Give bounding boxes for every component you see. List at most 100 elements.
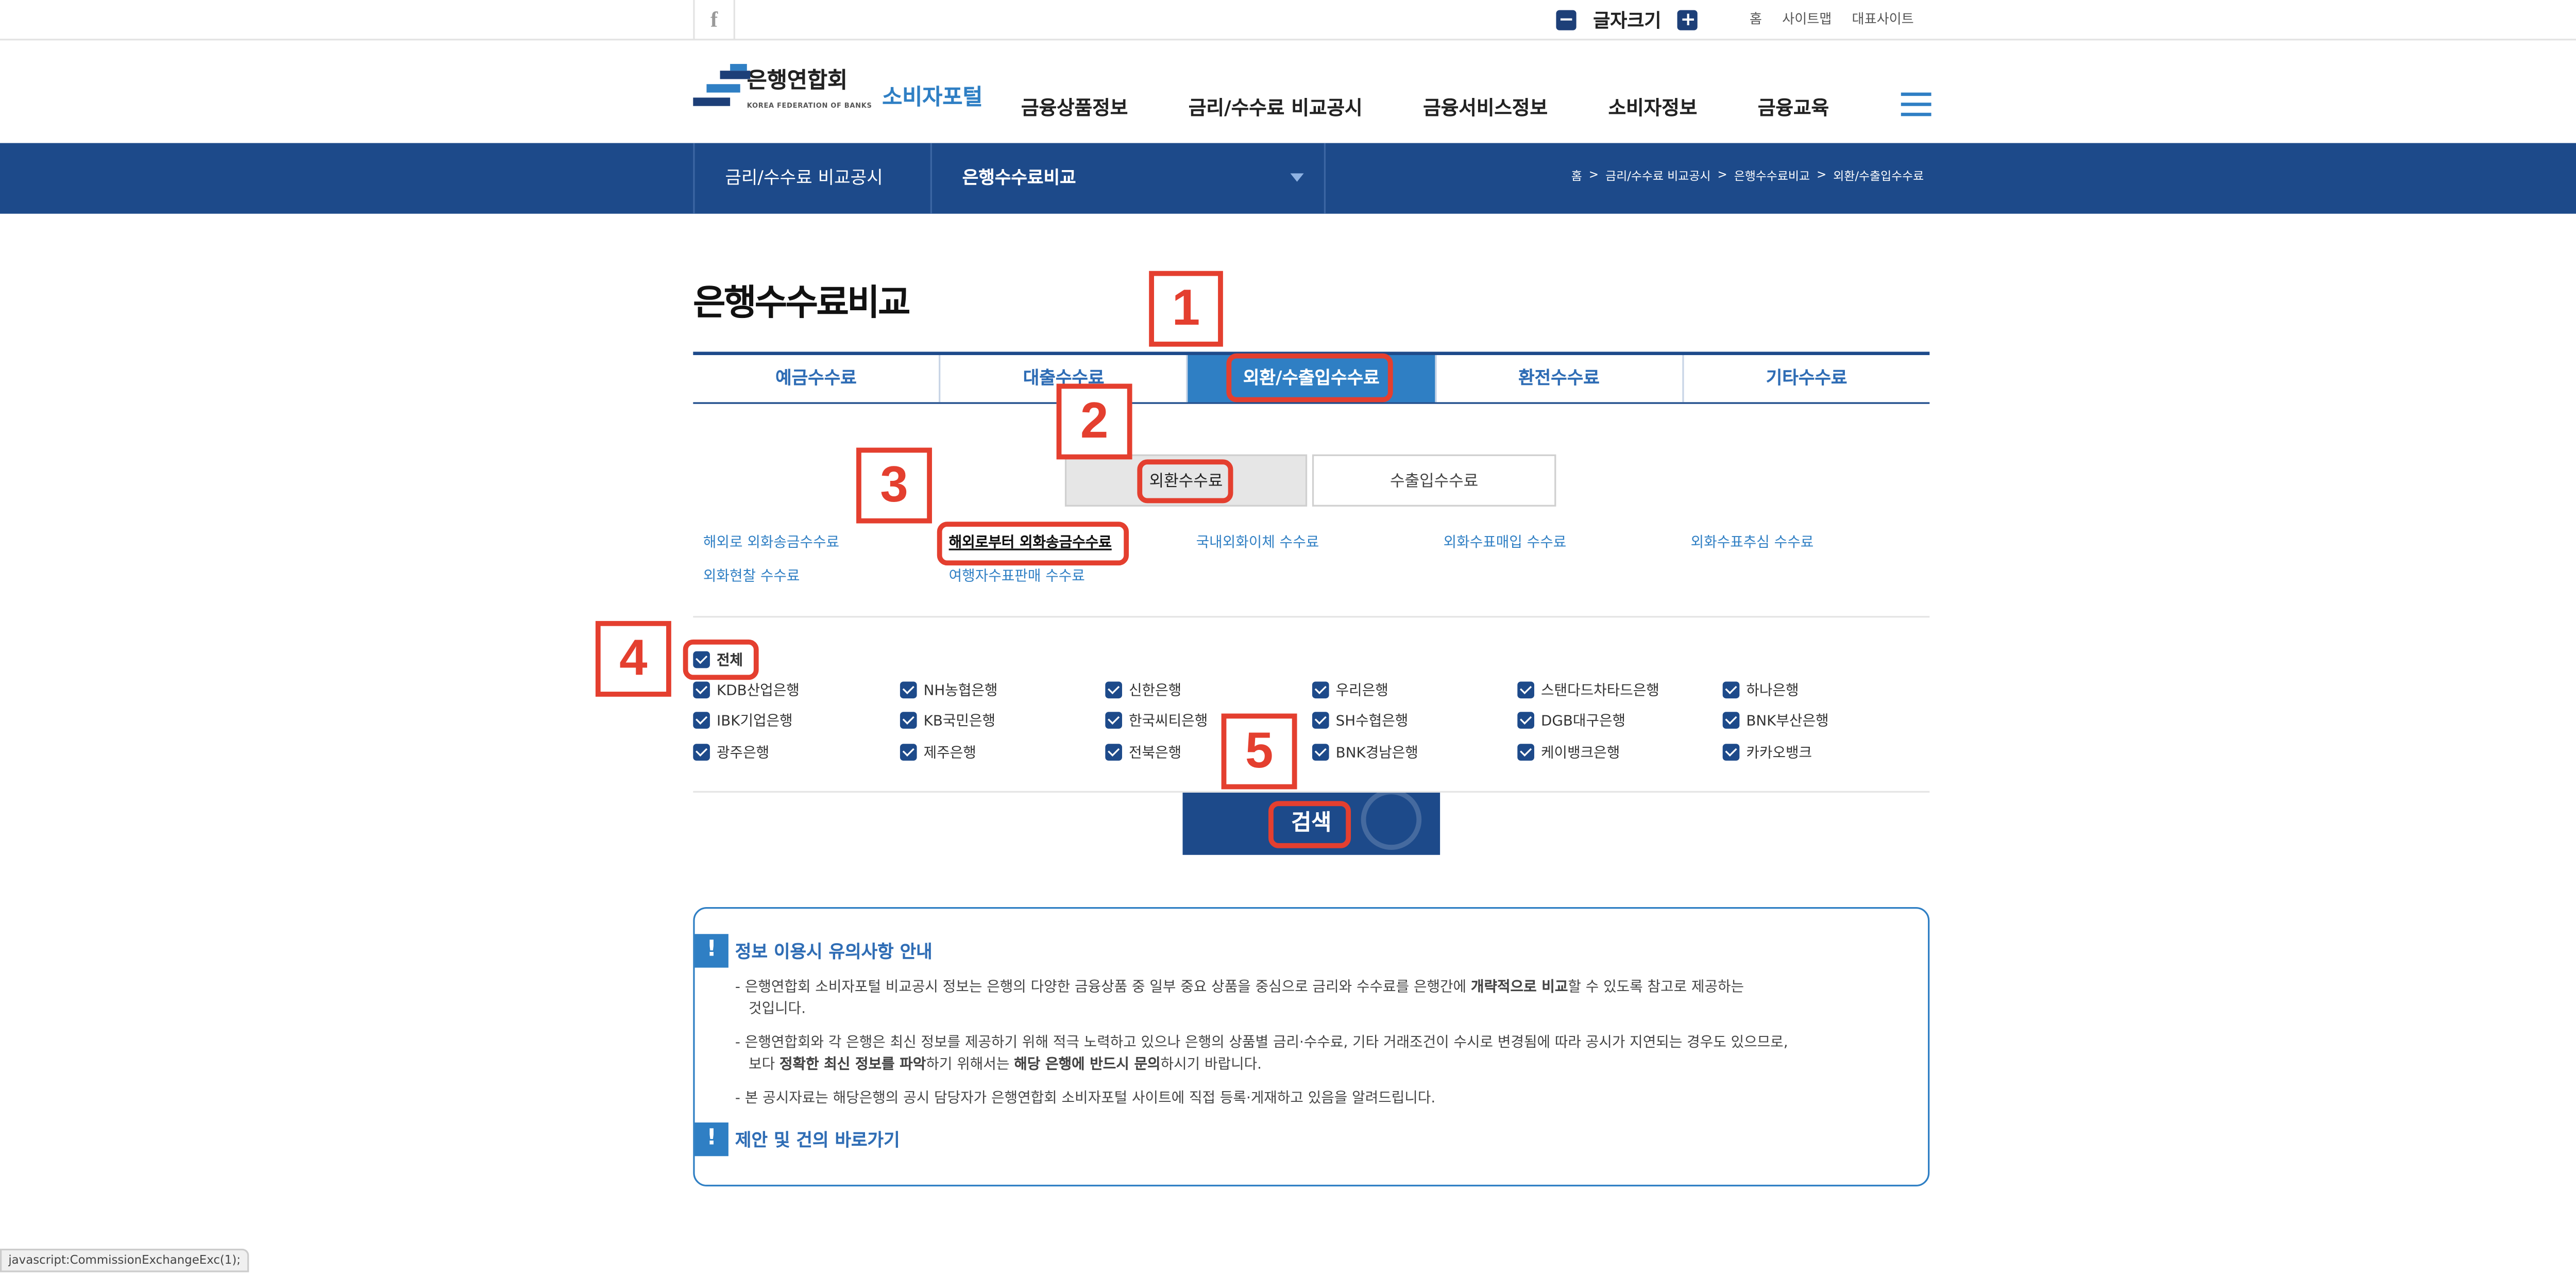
font-decrease-button[interactable]: − [1556,9,1577,30]
bank-label: 하나은행 [1746,683,1799,700]
checkbox-checked-icon [1105,712,1122,729]
bank-checkbox[interactable]: 스탠다드차타드은행 [1517,680,1659,700]
subnav-level1[interactable]: 금리/수수료 비교공시 [693,143,932,214]
bank-label: 전북은행 [1129,745,1182,763]
bank-checkbox[interactable]: 광주은행 [693,742,769,762]
highlight-fx-tab [1226,353,1393,403]
link-outward-remittance-fee[interactable]: 해외로 외화송금수수료 [703,532,839,552]
breadcrumb-home[interactable]: 홈 [1571,169,1582,186]
logo-portal-name: 소비자포털 [882,85,983,110]
link-fx-cash-fee[interactable]: 외화현찰 수수료 [703,565,800,586]
checkbox-checked-icon [1517,712,1534,729]
tab-other-fee[interactable]: 기타수수료 [1684,355,1929,402]
bank-checkbox[interactable]: DGB대구은행 [1517,710,1625,730]
site-logo[interactable]: 은행연합회 KOREA FEDERATION OF BANKS 소비자포털 [693,61,982,128]
tab-exchange-fee[interactable]: 환전수수료 [1436,355,1684,403]
proposal-link[interactable]: 제안 및 건의 바로가기 [735,1128,900,1153]
annotation-number-2: 2 [1056,383,1132,460]
checkbox-checked-icon [1722,712,1740,729]
checkbox-checked-icon [1312,712,1329,729]
font-increase-button[interactable]: + [1678,9,1699,30]
checkbox-checked-icon [693,744,710,761]
checkbox-checked-icon [900,712,917,729]
subtab-import-export-fee[interactable]: 수출입수수료 [1312,454,1556,507]
main-navigation: 금융상품정보 금리/수수료 비교공시 금융서비스정보 소비자정보 금융교육 [1021,94,1890,121]
bank-checkbox[interactable]: 하나은행 [1722,680,1799,700]
link-fx-check-purchase-fee[interactable]: 외화수표매입 수수료 [1444,532,1567,552]
top-links: 홈 사이트맵 대표사이트 [1750,10,1914,29]
notice-title: 정보 이용시 유의사항 안내 [735,942,933,963]
tab-deposit-fee[interactable]: 예금수수료 [693,355,941,403]
gnb-item-financial-services[interactable]: 금융서비스정보 [1423,94,1548,121]
bank-label: KB국민은행 [923,713,996,731]
checkbox-checked-icon [1312,744,1329,761]
bank-checkbox[interactable]: 우리은행 [1312,680,1388,700]
subnav-level2-dropdown[interactable]: 은행수수료비교 [932,143,1326,214]
checkbox-checked-icon [1105,744,1122,761]
page-title: 은행수수료비교 [693,282,910,323]
bank-checkbox[interactable]: KDB산업은행 [693,680,800,700]
font-size-label: 글자크기 [1593,10,1662,32]
browser-status-bar: javascript:CommissionExchangeExc(1); [0,1248,249,1272]
annotation-number-5: 5 [1221,713,1297,790]
breadcrumb-bank-fee[interactable]: 은행수수료비교 [1734,169,1810,186]
link-domestic-fx-transfer-fee[interactable]: 국내외화이체 수수료 [1196,532,1319,552]
highlight-select-all [683,639,759,680]
notice-box: ! 정보 이용시 유의사항 안내 - 은행연합회 소비자포털 비교공시 정보는 … [693,907,1930,1187]
bank-label: NH농협은행 [923,683,998,700]
breadcrumb-separator: > [1717,168,1727,182]
bank-label: 광주은행 [717,745,770,763]
top-link-home[interactable]: 홈 [1750,10,1762,29]
checkbox-checked-icon [693,712,710,729]
bank-checkbox[interactable]: 제주은행 [900,742,976,762]
link-travelers-check-fee[interactable]: 여행자수표판매 수수료 [949,565,1085,586]
chevron-down-icon[interactable] [1290,173,1304,182]
bank-checkbox[interactable]: 신한은행 [1105,680,1181,700]
gnb-item-rate-fee-disclosure[interactable]: 금리/수수료 비교공시 [1189,94,1363,121]
breadcrumb-rate-fee[interactable]: 금리/수수료 비교공시 [1605,169,1710,186]
highlight-search-button [1268,801,1351,848]
bank-label: KDB산업은행 [717,683,800,700]
top-link-sitemap[interactable]: 사이트맵 [1782,10,1832,29]
bank-label: 우리은행 [1335,683,1388,700]
top-link-main-site[interactable]: 대표사이트 [1852,10,1914,29]
bank-checkbox[interactable]: KB국민은행 [900,710,995,730]
gnb-item-financial-education[interactable]: 금융교육 [1758,94,1829,121]
bank-checkbox[interactable]: 한국씨티은행 [1105,710,1208,730]
checkbox-checked-icon [1517,744,1534,761]
gnb-item-consumer-info[interactable]: 소비자정보 [1608,94,1698,121]
checkbox-checked-icon [693,681,710,699]
bank-checkbox[interactable]: NH농협은행 [900,680,997,700]
bank-label: 카카오뱅크 [1746,745,1812,763]
gnb-item-financial-products[interactable]: 금융상품정보 [1021,94,1128,121]
font-size-control: − 글자크기 + [1556,7,1699,34]
exclamation-icon: ! [694,934,728,968]
bank-checkbox[interactable]: 카카오뱅크 [1722,742,1812,763]
bank-label: 한국씨티은행 [1129,713,1208,731]
checkbox-checked-icon [900,744,917,761]
bank-checkbox[interactable]: BNK부산은행 [1722,710,1829,731]
checkbox-checked-icon [1722,681,1740,699]
notice-line-3: - 본 공시자료는 해당은행의 공시 담당자가 은행연합회 소비자포털 사이트에… [735,1090,1436,1108]
logo-mark-icon [693,64,760,125]
bank-label: BNK부산은행 [1746,713,1829,731]
menu-icon[interactable] [1901,92,1931,120]
notice-line-1: - 은행연합회 소비자포털 비교공시 정보는 은행의 다양한 금융상품 중 일부… [735,979,1744,1018]
annotation-number-3: 3 [856,447,932,524]
bank-checkbox[interactable]: BNK경남은행 [1312,742,1418,762]
highlight-fx-subtab [1137,459,1233,504]
facebook-icon[interactable]: f [693,0,735,41]
bank-label: 신한은행 [1129,683,1182,700]
notice-line-2: - 은행연합회와 각 은행은 최신 정보를 제공하기 위해 적극 노력하고 있으… [735,1035,1788,1074]
checkbox-checked-icon [1105,681,1122,699]
link-fx-check-collection-fee[interactable]: 외화수표추심 수수료 [1691,532,1814,552]
bank-checkbox[interactable]: 케이뱅크은행 [1517,742,1620,762]
checkbox-checked-icon [1722,744,1740,761]
bank-checkbox[interactable]: 전북은행 [1105,742,1181,762]
bank-checkbox[interactable]: IBK기업은행 [693,710,793,730]
bank-label: 스탠다드차타드은행 [1541,683,1659,700]
divider [693,616,1930,618]
bank-checkbox[interactable]: SH수협은행 [1312,710,1408,730]
bank-label: 제주은행 [923,745,976,763]
bank-label: DGB대구은행 [1541,713,1626,731]
